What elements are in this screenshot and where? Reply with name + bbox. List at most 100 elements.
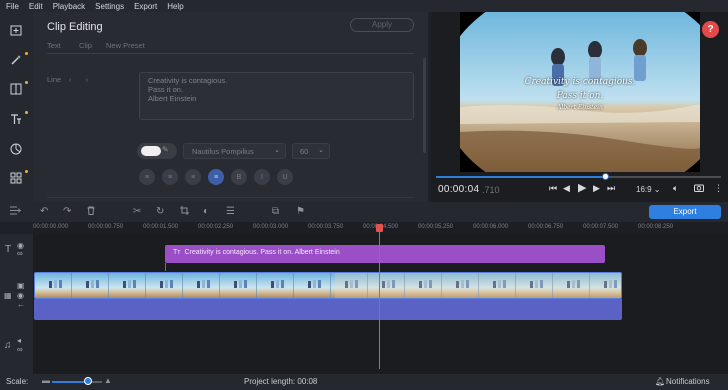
- align-right-icon[interactable]: ≡: [185, 169, 201, 185]
- lock-icon[interactable]: ▣: [17, 281, 25, 290]
- aspect-ratio-select[interactable]: 16:9 ⌄: [636, 185, 661, 194]
- redo-icon[interactable]: ↷: [63, 206, 71, 217]
- zoom-out-icon[interactable]: ▬: [42, 376, 50, 385]
- progress-knob[interactable]: [602, 173, 609, 180]
- delete-icon[interactable]: [87, 206, 95, 218]
- skip-start-icon[interactable]: ⏮: [549, 183, 557, 194]
- audio-clip[interactable]: [34, 299, 622, 320]
- menu-export[interactable]: Export: [134, 2, 157, 11]
- arrow-icon[interactable]: ←: [17, 300, 25, 309]
- import-icon[interactable]: [7, 21, 25, 39]
- ruler-label: 00:00:08.250: [638, 224, 674, 230]
- timecode: 00:00:04: [438, 184, 480, 195]
- menu-file[interactable]: File: [6, 2, 19, 11]
- title-clip-connector: [165, 263, 166, 271]
- align-left-icon[interactable]: ≡: [139, 169, 155, 185]
- help-button[interactable]: ?: [702, 21, 719, 38]
- music-track-icon: ♫: [4, 340, 12, 351]
- link-icon[interactable]: ∞: [17, 249, 23, 258]
- play-icon[interactable]: ▶: [578, 181, 586, 194]
- rotate-icon[interactable]: ↻: [156, 206, 164, 217]
- project-length: Project length: 00:08: [244, 377, 318, 386]
- cut-icon[interactable]: ✂: [133, 206, 141, 217]
- text-line: Creativity is contagious.: [148, 76, 228, 85]
- bold-icon[interactable]: B: [231, 169, 247, 185]
- text-line: Pass it on.: [148, 85, 184, 94]
- overlay-icon[interactable]: ⧉: [272, 206, 279, 217]
- marker-icon[interactable]: ⚑: [296, 206, 305, 217]
- italic-icon[interactable]: I: [254, 169, 270, 185]
- zoom-in-icon[interactable]: ▲: [104, 376, 112, 385]
- ruler-label: 00:00:01.500: [143, 224, 179, 230]
- crop-icon[interactable]: [180, 206, 189, 218]
- link-icon[interactable]: ∞: [17, 345, 23, 354]
- menu-help[interactable]: Help: [167, 2, 183, 11]
- title-clip[interactable]: Tт Creativity is contagious. Pass it on. …: [165, 245, 605, 263]
- tab-divider: [47, 53, 414, 54]
- text-effect-icon[interactable]: ✎: [162, 145, 169, 154]
- ruler-label: 00:00:06.000: [473, 224, 509, 230]
- timeline-toolbar: [0, 202, 728, 222]
- chevron-down-icon: ⌄: [318, 147, 324, 154]
- video-clip[interactable]: [34, 272, 622, 299]
- titles-icon[interactable]: [7, 110, 28, 128]
- underline-icon[interactable]: U: [277, 169, 293, 185]
- apply-button[interactable]: Apply: [350, 18, 414, 32]
- panel-scrollbar[interactable]: [423, 58, 426, 153]
- video-caption-line2: Pass it on.: [556, 91, 604, 101]
- clip-editing-panel: Clip Editing Apply Text Clip New Preset …: [33, 12, 428, 202]
- magic-wand-icon[interactable]: [7, 51, 28, 69]
- title-clip-text: Creativity is contagious. Pass it on. Al…: [184, 249, 340, 256]
- font-select[interactable]: Nautilus Pompilius ⌄: [183, 143, 286, 159]
- menu-bar: File Edit Playback Settings Export Help: [0, 0, 728, 12]
- aspect-ratio-value: 16:9: [636, 185, 652, 194]
- transitions-icon[interactable]: [7, 80, 28, 98]
- ruler-label: 00:00:02.250: [198, 224, 234, 230]
- font-value: Nautilus Pompilius: [192, 147, 254, 156]
- caption-text-input[interactable]: Creativity is contagious. Pass it on. Al…: [139, 72, 414, 120]
- progress-played[interactable]: [436, 176, 606, 178]
- notifications-button[interactable]: Notifications: [666, 377, 710, 386]
- export-button[interactable]: Export: [649, 205, 721, 219]
- video-caption-line3: Albert Einstein: [557, 104, 603, 111]
- ruler-label: 00:00:00.000: [33, 224, 69, 230]
- bell-icon[interactable]: 🔔︎: [655, 377, 665, 386]
- ruler-label: 00:00:00.750: [88, 224, 124, 230]
- snapshot-icon[interactable]: [694, 183, 704, 194]
- tab-text[interactable]: Text: [47, 41, 61, 50]
- panel-title: Clip Editing: [47, 21, 103, 33]
- menu-settings[interactable]: Settings: [95, 2, 124, 11]
- menu-edit[interactable]: Edit: [29, 2, 43, 11]
- align-center-icon[interactable]: ≡: [162, 169, 178, 185]
- progress-remaining[interactable]: [606, 176, 721, 178]
- text-track-icon: T: [5, 244, 12, 255]
- skip-end-icon[interactable]: ⏭: [607, 183, 615, 194]
- tab-clip[interactable]: Clip: [79, 41, 92, 50]
- add-track-icon[interactable]: [10, 206, 21, 218]
- more-tools-icon[interactable]: [7, 169, 28, 187]
- step-forward-icon[interactable]: ▶: [593, 183, 600, 194]
- undo-icon[interactable]: ↶: [40, 206, 48, 217]
- title-clip-icon: Tт: [173, 249, 181, 256]
- playhead[interactable]: [379, 226, 380, 369]
- scale-slider-knob[interactable]: [84, 377, 92, 385]
- video-caption-line1: Creativity is contagious.: [524, 77, 636, 87]
- align-justify-icon[interactable]: ≡: [208, 169, 224, 185]
- volume-icon[interactable]: ◂: [17, 336, 21, 345]
- toggle-knob: [141, 146, 161, 156]
- color-adjust-icon[interactable]: ◐: [203, 206, 209, 217]
- stickers-icon[interactable]: [7, 140, 25, 158]
- scale-label: Scale:: [6, 377, 29, 386]
- visibility-icon[interactable]: ◉: [17, 291, 24, 300]
- font-size-select[interactable]: 60 ⌄: [292, 143, 330, 159]
- menu-playback[interactable]: Playback: [53, 2, 85, 11]
- clip-properties-icon[interactable]: ☰: [226, 206, 235, 217]
- tab-new-preset[interactable]: New Preset: [106, 41, 145, 50]
- timecode-ms: .710: [482, 185, 500, 195]
- volume-icon[interactable]: 🔈︎: [673, 183, 678, 194]
- step-back-icon[interactable]: ◀: [563, 183, 570, 194]
- line-nav-arrows[interactable]: ‹ ›: [69, 75, 94, 84]
- video-preview[interactable]: Creativity is contagious. Pass it on. Al…: [460, 12, 700, 172]
- more-options-icon[interactable]: ⋮: [714, 183, 723, 194]
- font-size-value: 60: [300, 147, 309, 156]
